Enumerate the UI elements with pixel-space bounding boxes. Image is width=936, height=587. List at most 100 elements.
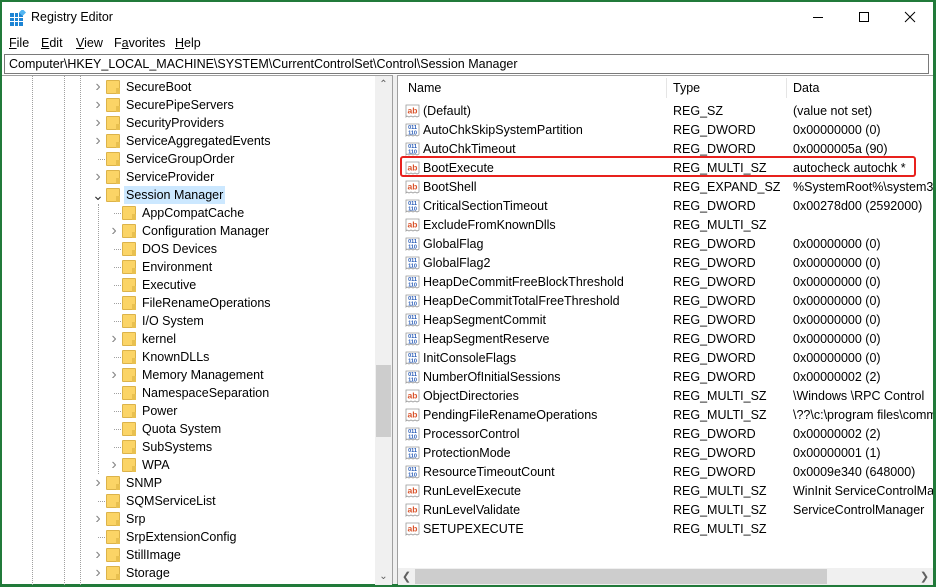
- chevron-right-icon[interactable]: ›: [92, 132, 104, 150]
- value-row[interactable]: 011 110 ProtectionMode REG_DWORD 0x00000001 …: [398, 444, 933, 463]
- column-header-type[interactable]: Type: [673, 76, 700, 100]
- menu-help-mnemonic: H: [175, 36, 185, 50]
- folder-icon: [106, 170, 120, 184]
- folder-icon: [122, 440, 136, 454]
- value-row[interactable]: 011 110 HeapSegmentCommit REG_DWORD 0x000000…: [398, 311, 933, 330]
- chevron-right-icon[interactable]: ›: [92, 564, 104, 582]
- value-type: REG_MULTI_SZ: [673, 408, 767, 422]
- value-name: InitConsoleFlags: [423, 351, 517, 365]
- chevron-right-icon[interactable]: ›: [92, 546, 104, 564]
- value-row[interactable]: 011 110 NumberOfInitialSessions REG_DWORD 0x…: [398, 368, 933, 387]
- folder-icon: [122, 242, 136, 256]
- chevron-right-icon[interactable]: ›: [92, 78, 104, 96]
- chevron-right-icon[interactable]: ›: [92, 168, 104, 186]
- value-row[interactable]: ab SETUPEXECUTE REG_MULTI_SZ: [398, 520, 933, 539]
- chevron-right-icon[interactable]: ›: [108, 456, 120, 474]
- value-type: REG_DWORD: [673, 123, 756, 137]
- registry-editor-window: Registry Editor File Edit View Favorites…: [2, 2, 933, 585]
- scroll-right-arrow-icon[interactable]: ❯: [916, 568, 933, 585]
- chevron-right-icon[interactable]: ›: [108, 222, 120, 240]
- value-name: ObjectDirectories: [423, 389, 519, 403]
- value-row[interactable]: ab ExcludeFromKnownDlls REG_MULTI_SZ: [398, 216, 933, 235]
- value-row[interactable]: ab ObjectDirectories REG_MULTI_SZ \Windows …: [398, 387, 933, 406]
- chevron-right-icon[interactable]: ›: [92, 96, 104, 114]
- chevron-right-icon[interactable]: ›: [92, 510, 104, 528]
- value-type: REG_DWORD: [673, 256, 756, 270]
- binary-value-icon: 011 110: [405, 313, 420, 327]
- value-row[interactable]: ab PendingFileRenameOperations REG_MULTI_S…: [398, 406, 933, 425]
- tree-connector-line: [114, 357, 121, 358]
- chevron-right-icon[interactable]: ›: [92, 114, 104, 132]
- string-value-icon: ab: [405, 522, 420, 536]
- tree-connector: [108, 294, 121, 312]
- folder-icon: [106, 188, 120, 202]
- maximize-button[interactable]: [841, 2, 887, 32]
- value-row[interactable]: 011 110 ResourceTimeoutCount REG_DWORD 0x000…: [398, 463, 933, 482]
- values-horizontal-scrollbar[interactable]: ❮ ❯: [398, 568, 933, 585]
- value-row[interactable]: ab (Default) REG_SZ (value not set): [398, 102, 933, 121]
- scroll-down-arrow-icon[interactable]: ⌄: [375, 568, 392, 585]
- key-tree-pane: › SecureBoot › SecurePipeServers › SecurityPr…: [2, 75, 394, 585]
- binary-value-icon: 011 110: [405, 123, 420, 137]
- value-row[interactable]: 011 110 HeapSegmentReserve REG_DWORD 0x00000…: [398, 330, 933, 349]
- chevron-right-icon[interactable]: ›: [108, 366, 120, 384]
- svg-text:110: 110: [408, 321, 417, 327]
- value-name: ExcludeFromKnownDlls: [423, 218, 556, 232]
- value-row[interactable]: ab BootShell REG_EXPAND_SZ %SystemRoot%\sys…: [398, 178, 933, 197]
- tree-connector-line: [114, 447, 121, 448]
- tree-connector-line: [114, 213, 121, 214]
- folder-icon: [106, 134, 120, 148]
- value-row[interactable]: 011 110 InitConsoleFlags REG_DWORD 0x0000000…: [398, 349, 933, 368]
- column-separator[interactable]: [666, 78, 667, 98]
- title-bar[interactable]: Registry Editor: [2, 2, 933, 32]
- tree-connector-line: [98, 501, 105, 502]
- folder-icon: [122, 206, 136, 220]
- close-button[interactable]: [887, 2, 933, 32]
- tree-scroll-thumb[interactable]: [376, 365, 391, 437]
- column-header-data[interactable]: Data: [793, 76, 819, 100]
- tree-item-label: Quota System: [142, 422, 222, 436]
- minimize-button[interactable]: [795, 2, 841, 32]
- value-row[interactable]: ab RunLevelExecute REG_MULTI_SZ WinInit Ser…: [398, 482, 933, 501]
- values-scroll-thumb[interactable]: [415, 569, 827, 584]
- value-row[interactable]: 011 110 ProcessorControl REG_DWORD 0x0000000…: [398, 425, 933, 444]
- value-row[interactable]: ab RunLevelValidate REG_MULTI_SZ ServiceCon…: [398, 501, 933, 520]
- menu-help[interactable]: Help: [175, 36, 201, 50]
- column-header-name[interactable]: Name: [408, 76, 441, 100]
- tree-item-label: SubSystems: [142, 440, 213, 454]
- value-row[interactable]: 011 110 HeapDeCommitFreeBlockThreshold REG_…: [398, 273, 933, 292]
- value-row[interactable]: 011 110 GlobalFlag REG_DWORD 0x00000000 (0): [398, 235, 933, 254]
- svg-text:110: 110: [408, 378, 417, 384]
- value-type: REG_DWORD: [673, 351, 756, 365]
- tree-vertical-scrollbar[interactable]: ⌃ ⌄: [375, 76, 392, 585]
- column-separator[interactable]: [786, 78, 787, 98]
- tree-item-label: WPA: [142, 458, 170, 472]
- menu-favorites[interactable]: Favorites: [114, 36, 165, 50]
- chevron-down-icon[interactable]: ⌄: [92, 186, 104, 204]
- value-name: AutoChkSkipSystemPartition: [423, 123, 583, 137]
- menu-edit[interactable]: Edit: [41, 36, 63, 50]
- value-data: 0x00000002 (2): [793, 427, 881, 441]
- string-value-icon: ab: [405, 408, 420, 422]
- value-row[interactable]: 011 110 HeapDeCommitTotalFreeThreshold REG_…: [398, 292, 933, 311]
- chevron-right-icon[interactable]: ›: [108, 330, 120, 348]
- value-row[interactable]: 011 110 GlobalFlag2 REG_DWORD 0x00000000 (0): [398, 254, 933, 273]
- svg-text:ab: ab: [408, 391, 418, 401]
- tree-item-label: SecurityProviders: [126, 116, 224, 130]
- scroll-up-arrow-icon[interactable]: ⌃: [375, 76, 392, 93]
- menu-file[interactable]: File: [9, 36, 29, 50]
- svg-text:110: 110: [408, 454, 417, 460]
- scroll-left-arrow-icon[interactable]: ❮: [398, 568, 415, 585]
- tree-connector: [108, 384, 121, 402]
- address-bar[interactable]: Computer\HKEY_LOCAL_MACHINE\SYSTEM\Curre…: [4, 54, 929, 74]
- menu-view[interactable]: View: [76, 36, 103, 50]
- folder-icon: [106, 476, 120, 490]
- chevron-right-icon[interactable]: ›: [92, 474, 104, 492]
- value-row[interactable]: 011 110 CriticalSectionTimeout REG_DWORD 0x0…: [398, 197, 933, 216]
- string-value-icon: ab: [405, 218, 420, 232]
- value-name: GlobalFlag2: [423, 256, 491, 270]
- tree-connector-line: [114, 429, 121, 430]
- value-row[interactable]: 011 110 AutoChkSkipSystemPartition REG_DWOR…: [398, 121, 933, 140]
- tree-item-label: Power: [142, 404, 178, 418]
- tree-connector: [108, 240, 121, 258]
